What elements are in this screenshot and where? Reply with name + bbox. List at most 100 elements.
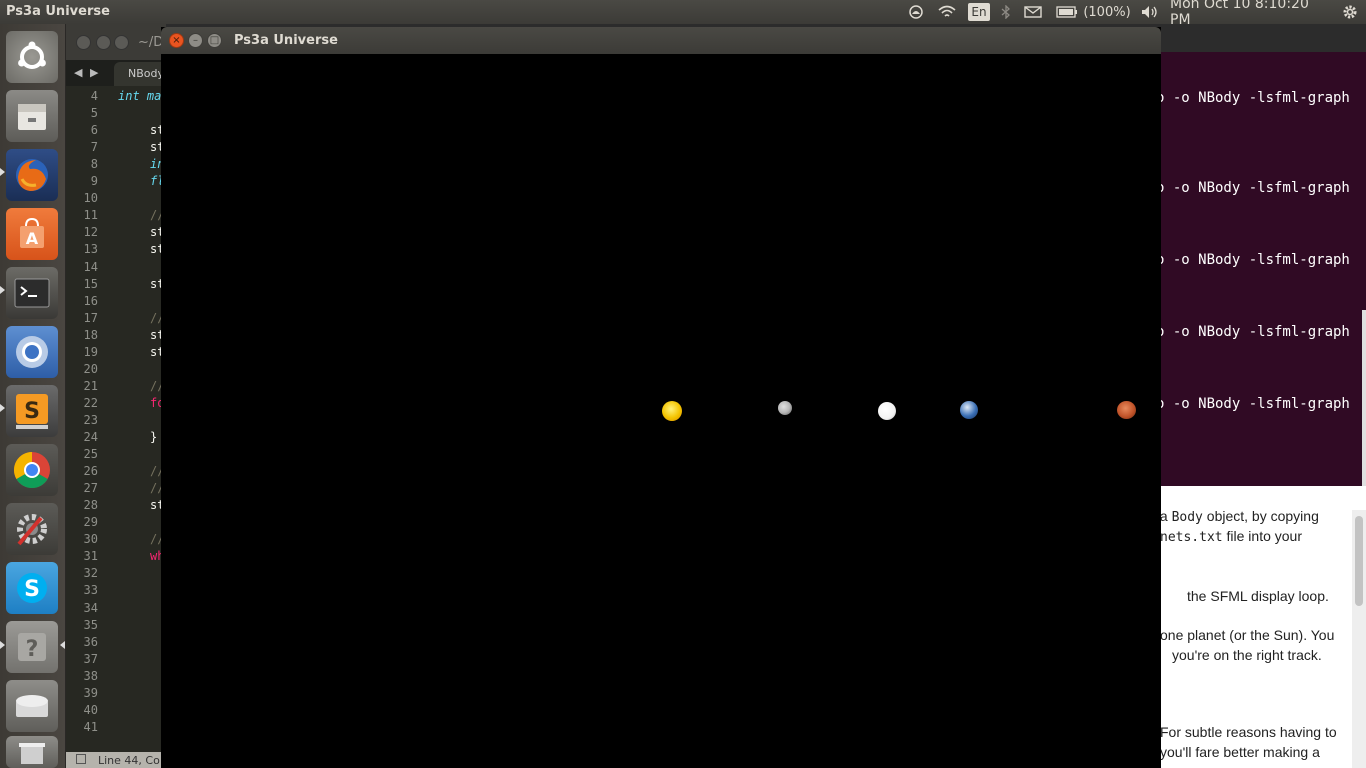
editor-title-bar: ~/D	[66, 24, 166, 60]
line-number: 41	[83, 719, 98, 734]
line-number: 16	[83, 293, 98, 308]
help-icon[interactable]: ?	[6, 621, 58, 673]
line-number: 12	[83, 225, 98, 240]
volume-icon[interactable]	[1138, 0, 1162, 24]
svg-text:?: ?	[26, 637, 39, 662]
line-number: 8	[90, 157, 98, 172]
line-number-gutter: 4 5 6 7 8 9 10 11 12 13 14 15 16 17 18 19 20 21 22 23 24 25 26…	[66, 86, 118, 746]
line-number: 36	[83, 634, 98, 649]
doc-scroll-thumb[interactable]	[1355, 516, 1363, 606]
line-number: 30	[83, 532, 98, 547]
terminal-line: o -o NBody -lsfml-graph	[1156, 180, 1350, 196]
line-number: 13	[83, 242, 98, 257]
editor-close-button[interactable]	[76, 35, 91, 50]
line-number: 4	[90, 89, 98, 103]
universe-window: × – □ Ps3a Universe	[161, 27, 1161, 768]
chrome-icon[interactable]	[6, 444, 58, 496]
line-number: 6	[90, 123, 98, 138]
mail-icon[interactable]	[1022, 0, 1044, 24]
svg-text:S: S	[24, 399, 40, 424]
running-indicator	[60, 641, 65, 649]
doc-line: the SFML display loop.	[1187, 588, 1329, 604]
running-indicator	[0, 641, 5, 649]
gear-icon[interactable]	[1338, 0, 1362, 24]
sun-body	[662, 401, 682, 421]
status-bar: Line 44, Co	[66, 752, 166, 768]
line-number: 34	[83, 600, 98, 615]
panel-toggle-icon[interactable]	[76, 754, 86, 764]
line-number: 38	[83, 668, 98, 683]
terminal-line: o -o NBody -lsfml-graph	[1156, 252, 1350, 268]
line-number: 15	[83, 276, 98, 291]
line-number: 24	[83, 430, 98, 444]
line-number: 31	[83, 549, 98, 564]
window-title: Ps3a Universe	[234, 33, 338, 48]
tab-nbody[interactable]: NBody	[114, 62, 166, 86]
disk-drive-icon[interactable]	[6, 680, 58, 732]
tab-prev-icon[interactable]: ◀	[74, 66, 82, 79]
line-number: 22	[83, 395, 98, 410]
doc-scrollbar[interactable]	[1352, 510, 1366, 768]
dropbox-icon[interactable]	[906, 0, 926, 24]
editor-maximize-button[interactable]	[114, 35, 129, 50]
line-number: 20	[83, 361, 98, 376]
doc-line: you're on the right track.	[1172, 647, 1322, 663]
system-settings-icon[interactable]	[6, 503, 58, 555]
line-number: 21	[83, 378, 98, 393]
earth-body	[960, 401, 978, 419]
active-app-title: Ps3a Universe	[6, 4, 110, 19]
keyboard-layout-indicator[interactable]: En	[968, 3, 990, 21]
line-number: 7	[90, 140, 98, 155]
wifi-icon[interactable]	[936, 0, 958, 24]
line-number: 23	[83, 412, 98, 427]
universe-canvas[interactable]	[161, 54, 1161, 768]
minimize-button[interactable]: –	[188, 33, 203, 48]
line-number: 5	[90, 106, 98, 121]
svg-text:A: A	[26, 229, 39, 248]
line-number: 32	[83, 566, 98, 581]
doc-line: nets.txt file into your	[1160, 528, 1302, 545]
editor-minimize-button[interactable]	[96, 35, 111, 50]
launcher: A S S ?	[0, 24, 66, 768]
files-icon[interactable]	[6, 90, 58, 142]
editor-tab-bar: ◀ ▶ NBody	[66, 60, 166, 86]
cursor-position: Line 44, Co	[98, 754, 160, 767]
terminal-line: o -o NBody -lsfml-graph	[1156, 396, 1350, 412]
line-number: 25	[83, 447, 98, 462]
terminal-icon[interactable]	[6, 267, 58, 319]
running-indicator	[0, 286, 5, 294]
tab-next-icon[interactable]: ▶	[90, 66, 98, 79]
line-number: 37	[83, 651, 98, 666]
line-number: 26	[83, 464, 98, 479]
battery-icon[interactable]	[1055, 0, 1079, 24]
venus-body	[878, 402, 896, 420]
svg-text:S: S	[24, 577, 40, 602]
ubuntu-dash-icon[interactable]	[6, 31, 58, 83]
battery-percentage[interactable]: (100%)	[1081, 0, 1133, 24]
running-indicator	[0, 404, 5, 412]
tab-label: NBody	[128, 67, 164, 80]
terminal-scrollbar[interactable]	[1362, 310, 1366, 486]
maximize-button[interactable]: □	[207, 33, 222, 48]
running-indicator	[0, 168, 5, 176]
window-title-bar[interactable]: × – □ Ps3a Universe	[161, 27, 1161, 54]
bluetooth-icon[interactable]	[998, 0, 1014, 24]
mars-body	[1117, 401, 1136, 419]
mercury-body	[778, 401, 792, 415]
close-button[interactable]: ×	[169, 33, 184, 48]
line-number: 9	[90, 174, 98, 189]
firefox-icon[interactable]	[6, 149, 58, 201]
line-number: 18	[83, 327, 98, 342]
line-number: 40	[83, 702, 98, 717]
skype-icon[interactable]: S	[6, 562, 58, 614]
software-center-icon[interactable]: A	[6, 208, 58, 260]
terminal-window[interactable]: o -o NBody -lsfml-graph o -o NBody -lsfml…	[1156, 52, 1366, 486]
editor-title: ~/D	[138, 35, 164, 50]
clock[interactable]: Mon Oct 10 8:10:20 PM	[1170, 0, 1332, 28]
doc-line: you'll fare better making a	[1160, 744, 1320, 760]
chromium-icon[interactable]	[6, 326, 58, 378]
code-fragment: int ma	[118, 89, 162, 103]
sublime-text-icon[interactable]: S	[6, 385, 58, 437]
trash-icon[interactable]	[6, 736, 58, 768]
top-panel: Ps3a Universe En (100%) Mon Oct 10 8:10:…	[0, 0, 1366, 28]
